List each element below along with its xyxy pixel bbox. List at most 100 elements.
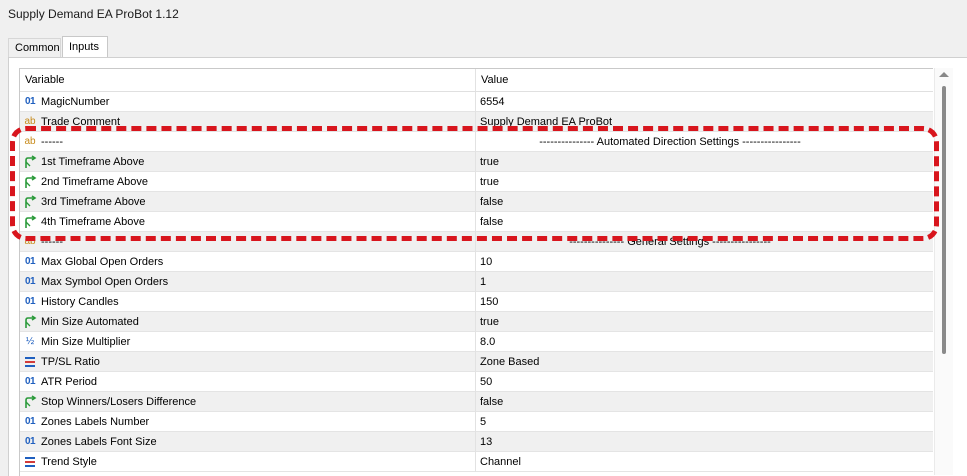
inputs-table: Variable Value 01 MagicNumber 6554 ab Trade … (19, 68, 933, 476)
bool-arrow-icon (23, 315, 37, 329)
table-row[interactable]: Stop Winners/Losers Difference false (20, 392, 933, 412)
variable-value[interactable]: Supply Demand EA ProBot (480, 116, 612, 128)
cell-divider (475, 372, 476, 392)
cell-divider (475, 192, 476, 212)
variable-name: Zones Labels Font Size (41, 436, 157, 448)
variable-value[interactable]: --------------- General Settings -------… (480, 236, 860, 248)
variable-name: History Candles (41, 296, 119, 308)
cell-divider (475, 352, 476, 372)
table-row[interactable]: Trend Style Channel (20, 452, 933, 472)
table-row[interactable]: Min Size Automated true (20, 312, 933, 332)
table-row[interactable]: 01 MagicNumber 6554 (20, 92, 933, 112)
variable-name: Trade Comment (41, 116, 121, 128)
bool-arrow-icon (23, 395, 37, 409)
integer-icon: 01 (24, 96, 36, 107)
cell-divider (475, 292, 476, 312)
variable-name: TP/SL Ratio (41, 356, 100, 368)
variable-name: Max Symbol Open Orders (41, 276, 169, 288)
title-bar: Supply Demand EA ProBot 1.12 (0, 0, 967, 30)
table-row[interactable]: TP/SL Ratio Zone Based (20, 352, 933, 372)
window-title: Supply Demand EA ProBot 1.12 (8, 7, 179, 21)
enum-icon (23, 355, 37, 369)
table-row[interactable]: ab ------ --------------- Automated Direct… (20, 132, 933, 152)
variable-value[interactable]: 5 (480, 416, 486, 428)
table-body: 01 MagicNumber 6554 ab Trade Comment Supply D… (20, 92, 933, 472)
variable-name: Max Global Open Orders (41, 256, 164, 268)
variable-value[interactable]: 150 (480, 296, 498, 308)
integer-icon: 01 (24, 376, 36, 387)
table-row[interactable]: 01 History Candles 150 (20, 292, 933, 312)
variable-value[interactable]: 6554 (480, 96, 504, 108)
table-row[interactable]: 01 Max Global Open Orders 10 (20, 252, 933, 272)
integer-icon: 01 (24, 416, 36, 427)
cell-divider (475, 412, 476, 432)
variable-name: Trend Style (41, 456, 97, 468)
table-row[interactable]: 01 Zones Labels Font Size 13 (20, 432, 933, 452)
table-row[interactable]: ab ------ --------------- General Settings… (20, 232, 933, 252)
string-icon: ab (24, 136, 36, 147)
variable-value[interactable]: Channel (480, 456, 521, 468)
variable-value[interactable]: false (480, 396, 503, 408)
table-row[interactable]: 4th Timeframe Above false (20, 212, 933, 232)
double-icon: ½ (25, 336, 35, 347)
table-row[interactable]: 3rd Timeframe Above false (20, 192, 933, 212)
bool-arrow-icon (23, 175, 37, 189)
integer-icon: 01 (24, 436, 36, 447)
variable-value[interactable]: 8.0 (480, 336, 495, 348)
variable-name: 2nd Timeframe Above (41, 176, 149, 188)
variable-value[interactable]: 13 (480, 436, 492, 448)
tab-inputs[interactable]: Inputs (62, 36, 108, 57)
bool-arrow-icon (23, 155, 37, 169)
cell-divider (475, 252, 476, 272)
table-row[interactable]: 01 ATR Period 50 (20, 372, 933, 392)
cell-divider (475, 152, 476, 172)
variable-value[interactable]: 10 (480, 256, 492, 268)
scroll-up-arrow-icon[interactable] (939, 72, 949, 77)
variable-name: 4th Timeframe Above (41, 216, 145, 228)
table-header: Variable Value (20, 69, 933, 92)
table-row[interactable]: 01 Zones Labels Number 5 (20, 412, 933, 432)
variable-name: ------ (41, 236, 63, 248)
cell-divider (475, 132, 476, 152)
table-row[interactable]: 1st Timeframe Above true (20, 152, 933, 172)
integer-icon: 01 (24, 296, 36, 307)
scroll-thumb[interactable] (942, 86, 946, 354)
variable-value[interactable]: false (480, 216, 503, 228)
cell-divider (475, 312, 476, 332)
variable-name: ------ (41, 136, 63, 148)
vertical-scrollbar[interactable] (934, 68, 953, 475)
variable-value[interactable]: false (480, 196, 503, 208)
variable-name: Zones Labels Number (41, 416, 150, 428)
variable-name: Min Size Multiplier (41, 336, 131, 348)
variable-name: ATR Period (41, 376, 98, 388)
column-header-value[interactable]: Value (481, 74, 508, 86)
bool-arrow-icon (23, 195, 37, 209)
variable-value[interactable]: true (480, 176, 499, 188)
cell-divider (475, 452, 476, 472)
table-row[interactable]: ab Trade Comment Supply Demand EA ProBot (20, 112, 933, 132)
cell-divider (475, 212, 476, 232)
cell-divider (475, 112, 476, 132)
integer-icon: 01 (24, 276, 36, 287)
variable-name: 3rd Timeframe Above (41, 196, 146, 208)
cell-divider (475, 232, 476, 252)
tab-common[interactable]: Common (8, 38, 61, 57)
table-row[interactable]: 2nd Timeframe Above true (20, 172, 933, 192)
variable-name: Stop Winners/Losers Difference (41, 396, 197, 408)
string-icon: ab (24, 116, 36, 127)
enum-icon (23, 455, 37, 469)
table-row[interactable]: 01 Max Symbol Open Orders 1 (20, 272, 933, 292)
variable-name: MagicNumber (41, 96, 110, 108)
string-icon: ab (24, 236, 36, 247)
column-divider[interactable] (475, 69, 476, 91)
variable-value[interactable]: true (480, 316, 499, 328)
variable-value[interactable]: 1 (480, 276, 486, 288)
variable-name: 1st Timeframe Above (41, 156, 145, 168)
variable-value[interactable]: 50 (480, 376, 492, 388)
variable-value[interactable]: Zone Based (480, 356, 539, 368)
table-row[interactable]: ½ Min Size Multiplier 8.0 (20, 332, 933, 352)
cell-divider (475, 392, 476, 412)
variable-value[interactable]: --------------- Automated Direction Sett… (480, 136, 860, 148)
column-header-variable[interactable]: Variable (25, 74, 65, 86)
variable-value[interactable]: true (480, 156, 499, 168)
